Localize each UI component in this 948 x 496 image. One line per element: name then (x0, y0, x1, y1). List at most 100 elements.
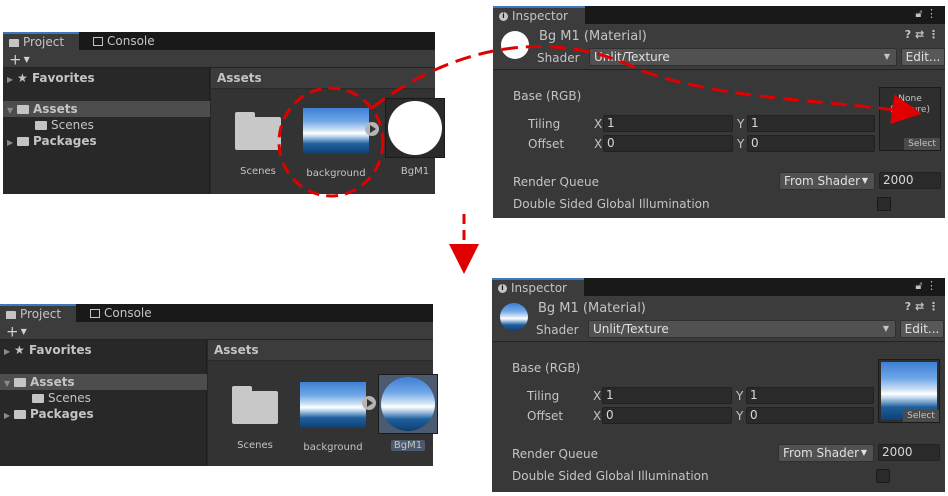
asset-background-texture[interactable]: background (301, 108, 379, 179)
tree-item-favorites[interactable]: ▶ ★ Favorites (7, 70, 95, 86)
preset-icon[interactable]: ⇄ (915, 28, 924, 41)
tree-item-scenes[interactable]: Scenes (35, 117, 94, 133)
play-icon[interactable] (365, 122, 379, 136)
render-queue-field[interactable]: 2000 (878, 444, 940, 461)
more-icon[interactable]: ⋮ (928, 28, 939, 41)
tiling-y-axis: Y (737, 117, 745, 131)
shader-label: Shader (537, 51, 580, 65)
help-icon[interactable]: ? (905, 28, 911, 41)
texture-select-button[interactable]: Select (903, 410, 939, 422)
folder-icon (14, 410, 26, 419)
console-icon (93, 37, 103, 46)
tree-label-packages: Packages (30, 407, 94, 421)
tree-item-packages[interactable]: ▶ Packages (7, 133, 97, 149)
material-properties: Base (RGB) Tiling X 1 Y 1 Offset X 0 Y 0… (493, 70, 945, 218)
material-properties: Base (RGB) Tiling X 1 Y 1 Offset X 0 Y 0… (492, 342, 945, 492)
tree-item-scenes[interactable]: Scenes (32, 390, 91, 406)
tab-inspector[interactable]: i Inspector (493, 6, 585, 24)
texture-none-label: None (Texture) (890, 94, 930, 115)
tab-console[interactable]: Console (84, 304, 158, 322)
render-queue-mode: From Shader (783, 446, 860, 460)
asset-bgm1-material[interactable]: BgM1 (373, 374, 443, 451)
shader-dropdown[interactable]: Unlit/Texture ▼ (588, 320, 896, 338)
lock-icon[interactable]: 🔓︎ (915, 7, 922, 20)
tab-project[interactable]: Project (3, 32, 79, 50)
shader-dropdown[interactable]: Unlit/Texture ▼ (589, 48, 897, 66)
tab-project[interactable]: Project (0, 304, 76, 322)
lock-icon[interactable]: 🔓︎ (915, 279, 922, 292)
add-button[interactable]: + ▼ (6, 322, 27, 341)
offset-y-field[interactable]: 0 (746, 407, 874, 424)
tab-icons: 🔓︎ ⋮ (915, 7, 937, 21)
tree-item-assets[interactable]: ▼ Assets (4, 374, 75, 390)
expand-arrow-icon[interactable]: ▶ (4, 408, 14, 424)
dsgi-label: Double Sided Global Illumination (513, 197, 710, 211)
asset-bgm1-material[interactable]: BgM1 (380, 98, 450, 177)
tree-label-assets: Assets (33, 102, 78, 116)
tiling-y-field[interactable]: 1 (747, 115, 875, 132)
expand-arrow-icon[interactable]: ▶ (7, 135, 17, 151)
collapse-arrow-icon[interactable]: ▼ (7, 103, 17, 119)
asset-scenes-folder[interactable]: Scenes (220, 386, 290, 451)
shader-value: Unlit/Texture (593, 322, 669, 336)
offset-x-axis: X (593, 409, 602, 423)
dsgi-checkbox[interactable] (877, 197, 891, 211)
edit-shader-button[interactable]: Edit... (901, 48, 945, 66)
more-icon[interactable]: ⋮ (926, 279, 937, 292)
texture-slot-filled[interactable]: Select (878, 359, 940, 423)
tab-console[interactable]: Console (87, 32, 161, 50)
offset-x-field[interactable]: 0 (603, 135, 733, 152)
sphere-preview (381, 377, 435, 431)
more-icon[interactable]: ⋮ (928, 300, 939, 313)
render-queue-mode: From Shader (784, 174, 861, 188)
chevron-down-icon: ▼ (883, 52, 890, 61)
texture-slot-empty[interactable]: None (Texture) Select (879, 87, 941, 151)
folder-tree: ▶ ★ Favorites ▼ Assets Scenes ▶ Packages (3, 68, 210, 194)
project-toolbar: + ▼ (3, 50, 435, 69)
tree-label-assets: Assets (30, 375, 75, 389)
expand-arrow-icon[interactable]: ▶ (7, 72, 17, 88)
texture-select-button[interactable]: Select (904, 138, 940, 150)
info-icon: i (498, 284, 507, 293)
render-queue-dropdown[interactable]: From Shader ▼ (779, 172, 875, 190)
tree-item-assets[interactable]: ▼ Assets (7, 101, 78, 117)
project-window-after: Project Console + ▼ ▶ ★ Favorites ▼ Assets … (0, 304, 438, 466)
offset-y-field[interactable]: 0 (747, 135, 875, 152)
folder-icon (9, 38, 19, 47)
folder-icon (232, 386, 278, 424)
tiling-y-field[interactable]: 1 (746, 387, 874, 404)
add-button[interactable]: + ▼ (9, 50, 30, 69)
asset-label: BgM1 (390, 440, 426, 451)
render-queue-field[interactable]: 2000 (879, 172, 941, 189)
collapse-arrow-icon[interactable]: ▼ (4, 376, 14, 392)
offset-x-field[interactable]: 0 (602, 407, 732, 424)
render-queue-dropdown[interactable]: From Shader ▼ (778, 444, 874, 462)
assets-grid: Assets Scenes background BgM1 (211, 68, 445, 194)
base-rgb-label: Base (RGB) (512, 361, 581, 375)
folder-icon (17, 137, 29, 146)
tiling-label: Tiling (528, 117, 561, 131)
tab-icons: 🔓︎ ⋮ (915, 279, 937, 293)
folder-icon (35, 121, 47, 130)
tree-item-favorites[interactable]: ▶ ★ Favorites (4, 342, 92, 358)
asset-background-texture[interactable]: background (298, 382, 376, 453)
more-icon[interactable]: ⋮ (926, 7, 937, 20)
tab-inspector[interactable]: i Inspector (492, 278, 584, 296)
material-header: Bg M1 (Material) ? ⇄ ⋮ Shader Unlit/Text… (493, 24, 945, 70)
preset-icon[interactable]: ⇄ (915, 300, 924, 313)
expand-arrow-icon[interactable]: ▶ (4, 344, 14, 360)
tab-project-label: Project (20, 307, 62, 321)
shader-value: Unlit/Texture (594, 50, 670, 64)
help-icon[interactable]: ? (905, 300, 911, 313)
material-thumbnail (385, 98, 445, 158)
tree-item-packages[interactable]: ▶ Packages (4, 406, 94, 422)
asset-scenes-folder[interactable]: Scenes (223, 112, 293, 177)
tiling-x-field[interactable]: 1 (603, 115, 733, 132)
material-title: Bg M1 (Material) (539, 29, 647, 44)
dsgi-checkbox[interactable] (876, 469, 890, 483)
render-queue-label: Render Queue (512, 447, 598, 461)
asset-label: background (306, 168, 366, 179)
tiling-x-field[interactable]: 1 (602, 387, 732, 404)
assets-breadcrumb: Assets (208, 340, 433, 361)
edit-shader-button[interactable]: Edit... (900, 320, 944, 338)
